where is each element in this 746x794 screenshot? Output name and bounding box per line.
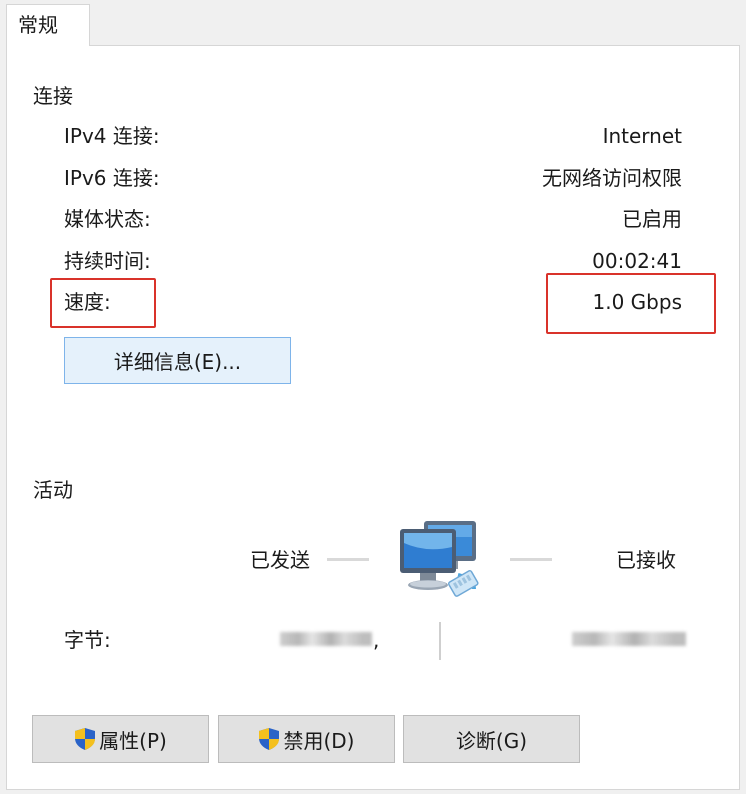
disable-button-label: 禁用(D) — [283, 728, 355, 753]
sent-label: 已发送 — [250, 548, 310, 572]
media-state-value: 已启用 — [622, 207, 682, 231]
diagnose-button[interactable]: 诊断(G) — [403, 715, 580, 763]
ipv4-value: Internet — [602, 124, 682, 148]
tab-general[interactable]: 常规 — [6, 4, 90, 46]
diagnose-button-label: 诊断(G) — [455, 728, 528, 753]
received-line — [510, 558, 552, 561]
speed-label-highlight — [50, 278, 156, 328]
properties-button[interactable]: 属性(P) — [32, 715, 209, 763]
duration-value: 00:02:41 — [592, 249, 682, 273]
media-state-label: 媒体状态: — [64, 207, 151, 231]
bytes-received-value — [572, 632, 686, 646]
ipv6-label: IPv6 连接: — [64, 166, 160, 190]
details-button[interactable]: 详细信息(E)... — [64, 337, 291, 384]
speed-value-highlight — [546, 273, 716, 334]
properties-button-label: 属性(P) — [99, 728, 167, 753]
bytes-sent-separator: , — [373, 628, 380, 652]
ipv6-value: 无网络访问权限 — [542, 166, 682, 190]
uac-shield-icon — [259, 728, 280, 750]
tab-general-label: 常规 — [18, 13, 58, 37]
activity-heading: 活动 — [33, 478, 73, 502]
bytes-label: 字节: — [64, 628, 111, 652]
sent-line — [327, 558, 369, 561]
bytes-divider — [439, 622, 441, 660]
general-panel — [6, 45, 740, 790]
connection-heading: 连接 — [33, 84, 73, 108]
uac-shield-icon — [75, 728, 96, 750]
details-button-label: 详细信息(E)... — [113, 350, 242, 374]
disable-button[interactable]: 禁用(D) — [218, 715, 395, 763]
ipv4-label: IPv4 连接: — [64, 124, 160, 148]
received-label: 已接收 — [616, 548, 676, 572]
duration-label: 持续时间: — [64, 249, 151, 273]
bytes-sent-value — [280, 632, 372, 646]
network-computers-icon — [396, 517, 492, 617]
